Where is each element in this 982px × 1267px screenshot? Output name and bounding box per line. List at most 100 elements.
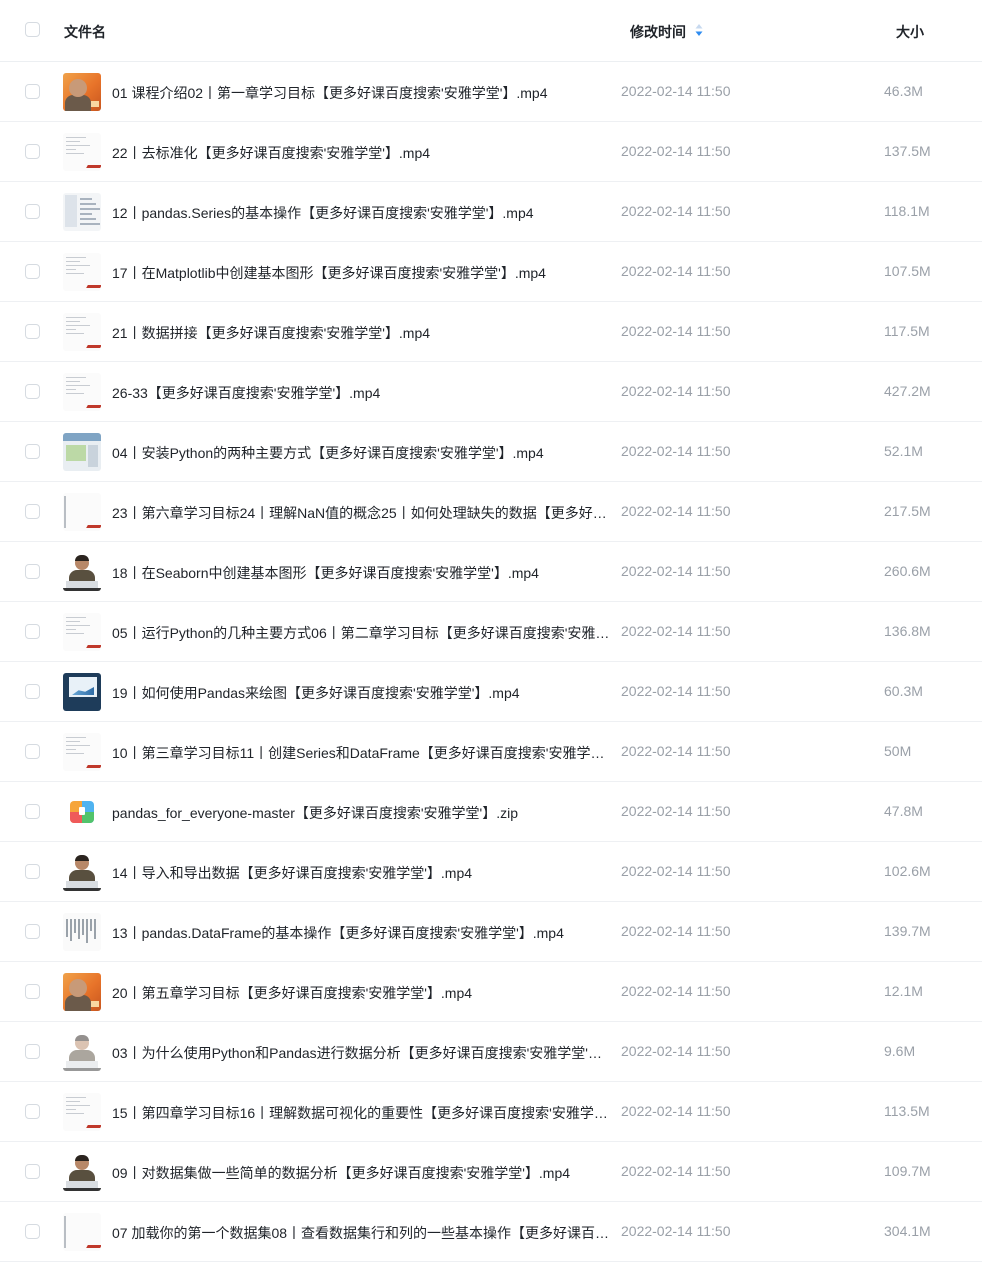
file-name[interactable]: 01 课程介绍02丨第一章学习目标【更多好课百度搜索'安雅学堂'】.mp4 bbox=[112, 83, 610, 103]
file-name[interactable]: 10丨第三章学习目标11丨创建Series和DataFrame【更多好课百度搜索… bbox=[112, 743, 610, 763]
row-checkbox[interactable] bbox=[25, 684, 40, 699]
file-name[interactable]: 20丨第五章学习目标【更多好课百度搜索'安雅学堂'】.mp4 bbox=[112, 983, 610, 1003]
file-row[interactable]: 26-33【更多好课百度搜索'安雅学堂'】.mp4 2022-02-14 11:5… bbox=[0, 362, 982, 422]
file-name[interactable]: 18丨在Seaborn中创建基本图形【更多好课百度搜索'安雅学堂'】.mp4 bbox=[112, 563, 610, 583]
video-thumbnail[interactable] bbox=[63, 973, 101, 1011]
file-name[interactable]: 13丨pandas.DataFrame的基本操作【更多好课百度搜索'安雅学堂'】… bbox=[112, 923, 610, 943]
row-checkbox[interactable] bbox=[25, 924, 40, 939]
row-checkbox[interactable] bbox=[25, 144, 40, 159]
row-checkbox[interactable] bbox=[25, 564, 40, 579]
video-thumbnail[interactable] bbox=[63, 493, 101, 531]
video-thumbnail[interactable] bbox=[63, 73, 101, 111]
file-row[interactable]: 14丨导入和导出数据【更多好课百度搜索'安雅学堂'】.mp4 2022-02-14… bbox=[0, 842, 982, 902]
file-name[interactable]: 14丨导入和导出数据【更多好课百度搜索'安雅学堂'】.mp4 bbox=[112, 863, 610, 883]
select-all-checkbox[interactable] bbox=[25, 22, 40, 37]
video-thumbnail[interactable] bbox=[63, 313, 101, 351]
file-modified-time: 2022-02-14 11:50 bbox=[621, 1223, 731, 1239]
row-checkbox[interactable] bbox=[25, 324, 40, 339]
column-header-modified-time[interactable]: 修改时间 bbox=[630, 22, 686, 42]
file-row[interactable]: 10丨第三章学习目标11丨创建Series和DataFrame【更多好课百度搜索… bbox=[0, 722, 982, 782]
file-size: 9.6M bbox=[884, 1043, 916, 1059]
file-modified-time: 2022-02-14 11:50 bbox=[621, 1163, 731, 1179]
file-row[interactable]: 18丨在Seaborn中创建基本图形【更多好课百度搜索'安雅学堂'】.mp4 20… bbox=[0, 542, 982, 602]
column-header-name[interactable]: 文件名 bbox=[64, 22, 106, 42]
row-checkbox[interactable] bbox=[25, 744, 40, 759]
video-thumbnail[interactable] bbox=[63, 553, 101, 591]
row-checkbox[interactable] bbox=[25, 84, 40, 99]
file-row[interactable]: 17丨在Matplotlib中创建基本图形【更多好课百度搜索'安雅学堂'】.mp… bbox=[0, 242, 982, 302]
file-name[interactable]: pandas_for_everyone-master【更多好课百度搜索'安雅学堂… bbox=[112, 803, 610, 823]
row-checkbox[interactable] bbox=[25, 1044, 40, 1059]
row-checkbox[interactable] bbox=[25, 864, 40, 879]
video-thumbnail[interactable] bbox=[63, 733, 101, 771]
file-name[interactable]: 22丨去标准化【更多好课百度搜索'安雅学堂'】.mp4 bbox=[112, 143, 610, 163]
video-thumbnail[interactable] bbox=[63, 913, 101, 951]
file-name[interactable]: 15丨第四章学习目标16丨理解数据可视化的重要性【更多好课百度搜索'安雅学堂'】… bbox=[112, 1103, 610, 1123]
file-row[interactable]: 13丨pandas.DataFrame的基本操作【更多好课百度搜索'安雅学堂'】… bbox=[0, 902, 982, 962]
file-modified-time: 2022-02-14 11:50 bbox=[621, 383, 731, 399]
file-modified-time: 2022-02-14 11:50 bbox=[621, 803, 731, 819]
video-thumbnail[interactable] bbox=[63, 1033, 101, 1071]
row-checkbox[interactable] bbox=[25, 384, 40, 399]
file-size: 50M bbox=[884, 743, 912, 759]
file-name[interactable]: 03丨为什么使用Python和Pandas进行数据分析【更多好课百度搜索'安雅学… bbox=[112, 1043, 610, 1063]
file-name[interactable]: 17丨在Matplotlib中创建基本图形【更多好课百度搜索'安雅学堂'】.mp… bbox=[112, 263, 610, 283]
file-name[interactable]: 26-33【更多好课百度搜索'安雅学堂'】.mp4 bbox=[112, 383, 610, 403]
file-row[interactable]: pandas_for_everyone-master【更多好课百度搜索'安雅学堂… bbox=[0, 782, 982, 842]
file-row[interactable]: 04丨安装Python的两种主要方式【更多好课百度搜索'安雅学堂'】.mp4 20… bbox=[0, 422, 982, 482]
file-name[interactable]: 23丨第六章学习目标24丨理解NaN值的概念25丨如何处理缺失的数据【更多好课百… bbox=[112, 503, 610, 523]
video-thumbnail[interactable] bbox=[63, 373, 101, 411]
file-size: 139.7M bbox=[884, 923, 931, 939]
file-row[interactable]: 20丨第五章学习目标【更多好课百度搜索'安雅学堂'】.mp4 2022-02-14… bbox=[0, 962, 982, 1022]
file-list: 01 课程介绍02丨第一章学习目标【更多好课百度搜索'安雅学堂'】.mp4 202… bbox=[0, 62, 982, 1262]
file-name[interactable]: 05丨运行Python的几种主要方式06丨第二章学习目标【更多好课百度搜索'安雅… bbox=[112, 623, 610, 643]
file-row[interactable]: 01 课程介绍02丨第一章学习目标【更多好课百度搜索'安雅学堂'】.mp4 202… bbox=[0, 62, 982, 122]
file-size: 47.8M bbox=[884, 803, 923, 819]
file-modified-time: 2022-02-14 11:50 bbox=[621, 1043, 731, 1059]
row-checkbox[interactable] bbox=[25, 204, 40, 219]
file-row[interactable]: 12丨pandas.Series的基本操作【更多好课百度搜索'安雅学堂'】.mp… bbox=[0, 182, 982, 242]
video-thumbnail[interactable] bbox=[63, 133, 101, 171]
sort-descending-icon[interactable] bbox=[694, 23, 704, 37]
file-name[interactable]: 19丨如何使用Pandas来绘图【更多好课百度搜索'安雅学堂'】.mp4 bbox=[112, 683, 610, 703]
row-checkbox[interactable] bbox=[25, 1164, 40, 1179]
file-row[interactable]: 09丨对数据集做一些简单的数据分析【更多好课百度搜索'安雅学堂'】.mp4 202… bbox=[0, 1142, 982, 1202]
video-thumbnail[interactable] bbox=[63, 193, 101, 231]
file-size: 109.7M bbox=[884, 1163, 931, 1179]
row-checkbox[interactable] bbox=[25, 1224, 40, 1239]
video-thumbnail[interactable] bbox=[63, 253, 101, 291]
file-row[interactable]: 07 加载你的第一个数据集08丨查看数据集行和列的一些基本操作【更多好课百度搜索… bbox=[0, 1202, 982, 1262]
video-thumbnail[interactable] bbox=[63, 1093, 101, 1131]
column-header-size[interactable]: 大小 bbox=[896, 22, 924, 42]
video-thumbnail[interactable] bbox=[63, 613, 101, 651]
file-row[interactable]: 05丨运行Python的几种主要方式06丨第二章学习目标【更多好课百度搜索'安雅… bbox=[0, 602, 982, 662]
file-name[interactable]: 07 加载你的第一个数据集08丨查看数据集行和列的一些基本操作【更多好课百度搜索… bbox=[112, 1223, 610, 1243]
row-checkbox[interactable] bbox=[25, 984, 40, 999]
row-checkbox[interactable] bbox=[25, 444, 40, 459]
video-thumbnail[interactable] bbox=[63, 853, 101, 891]
video-thumbnail[interactable] bbox=[63, 1153, 101, 1191]
video-thumbnail[interactable] bbox=[63, 433, 101, 471]
row-checkbox[interactable] bbox=[25, 1104, 40, 1119]
file-size: 137.5M bbox=[884, 143, 931, 159]
row-checkbox[interactable] bbox=[25, 804, 40, 819]
file-size: 102.6M bbox=[884, 863, 931, 879]
row-checkbox[interactable] bbox=[25, 504, 40, 519]
video-thumbnail[interactable] bbox=[63, 673, 101, 711]
file-row[interactable]: 22丨去标准化【更多好课百度搜索'安雅学堂'】.mp4 2022-02-14 11… bbox=[0, 122, 982, 182]
file-row[interactable]: 23丨第六章学习目标24丨理解NaN值的概念25丨如何处理缺失的数据【更多好课百… bbox=[0, 482, 982, 542]
row-checkbox[interactable] bbox=[25, 624, 40, 639]
file-name[interactable]: 21丨数据拼接【更多好课百度搜索'安雅学堂'】.mp4 bbox=[112, 323, 610, 343]
video-thumbnail[interactable] bbox=[63, 1213, 101, 1251]
file-row[interactable]: 21丨数据拼接【更多好课百度搜索'安雅学堂'】.mp4 2022-02-14 11… bbox=[0, 302, 982, 362]
file-row[interactable]: 15丨第四章学习目标16丨理解数据可视化的重要性【更多好课百度搜索'安雅学堂'】… bbox=[0, 1082, 982, 1142]
file-name[interactable]: 12丨pandas.Series的基本操作【更多好课百度搜索'安雅学堂'】.mp… bbox=[112, 203, 610, 223]
file-size: 304.1M bbox=[884, 1223, 931, 1239]
file-modified-time: 2022-02-14 11:50 bbox=[621, 83, 731, 99]
row-checkbox[interactable] bbox=[25, 264, 40, 279]
file-name[interactable]: 04丨安装Python的两种主要方式【更多好课百度搜索'安雅学堂'】.mp4 bbox=[112, 443, 610, 463]
zip-file-icon[interactable] bbox=[63, 793, 101, 831]
file-row[interactable]: 19丨如何使用Pandas来绘图【更多好课百度搜索'安雅学堂'】.mp4 2022… bbox=[0, 662, 982, 722]
file-row[interactable]: 03丨为什么使用Python和Pandas进行数据分析【更多好课百度搜索'安雅学… bbox=[0, 1022, 982, 1082]
file-name[interactable]: 09丨对数据集做一些简单的数据分析【更多好课百度搜索'安雅学堂'】.mp4 bbox=[112, 1163, 610, 1183]
